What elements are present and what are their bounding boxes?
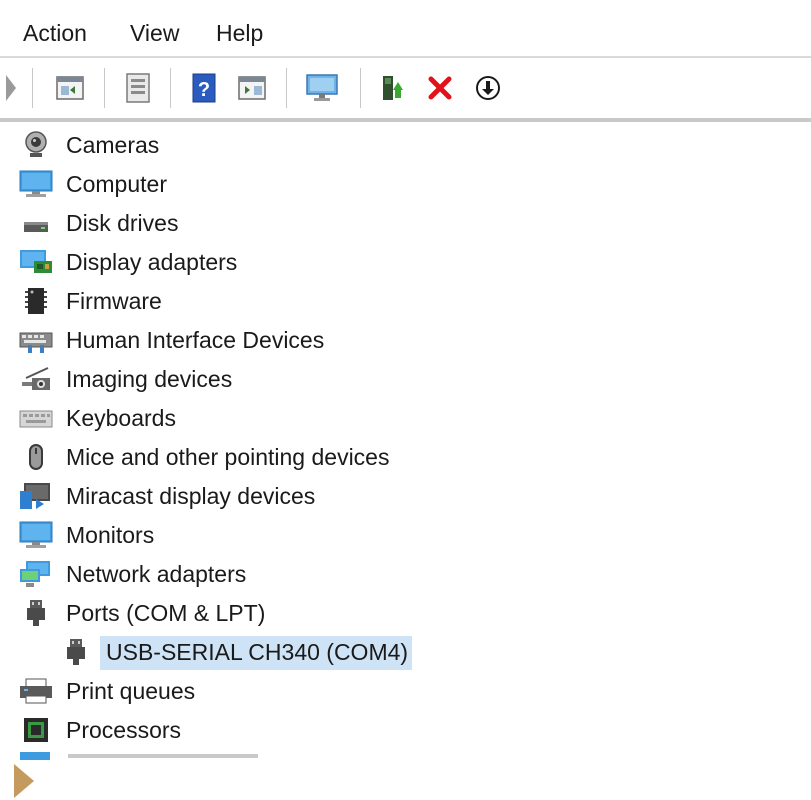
tree-item-disk-drives[interactable]: Disk drives: [0, 204, 811, 242]
tree-item-label: Miracast display devices: [66, 483, 316, 509]
tree-item-processors[interactable]: Processors: [0, 711, 811, 749]
toolbar-separator: [286, 68, 287, 108]
properties-button[interactable]: [118, 68, 158, 108]
tree-item-label: Mice and other pointing devices: [66, 444, 390, 470]
tree-item-print-queues[interactable]: Print queues: [0, 672, 811, 710]
toolbar-separator: [360, 68, 361, 108]
tree-item-label: Computer: [66, 171, 167, 197]
update-driver-button[interactable]: [372, 68, 412, 108]
tree-item-firmware[interactable]: Firmware: [0, 282, 811, 320]
menu-action[interactable]: Action: [23, 18, 87, 48]
tree-item-display-adapters[interactable]: Display adapters: [0, 243, 811, 281]
camera-icon: [18, 130, 54, 160]
tree-item-imaging-devices[interactable]: Imaging devices: [0, 360, 811, 398]
toolbar-bottom-border: [0, 118, 811, 122]
tree-item-label: Monitors: [66, 522, 155, 548]
action-pane-icon: [238, 76, 266, 100]
tree-item-label: Human Interface Devices: [66, 327, 325, 353]
expand-arrow-icon[interactable]: [12, 762, 36, 800]
toolbar: ?: [0, 58, 811, 118]
menu-bar: Action View Help: [0, 0, 811, 58]
tree-item-label: Imaging devices: [66, 366, 233, 392]
port-icon: [18, 598, 54, 628]
uninstall-device-button[interactable]: [420, 68, 460, 108]
firmware-icon: [18, 286, 54, 316]
tree-item-label: Processors: [66, 717, 182, 743]
tree-item-mice[interactable]: Mice and other pointing devices: [0, 438, 811, 476]
port-icon: [58, 637, 94, 667]
toolbar-separator: [170, 68, 171, 108]
tree-item-label: Ports (COM & LPT): [66, 600, 266, 626]
tree-item-ports[interactable]: Ports (COM & LPT): [0, 594, 811, 632]
menu-view[interactable]: View: [130, 18, 179, 48]
hid-icon: [18, 325, 54, 355]
tree-item-network-adapters[interactable]: Network adapters: [0, 555, 811, 593]
console-tree-icon: [56, 76, 84, 100]
tree-item-keyboards[interactable]: Keyboards: [0, 399, 811, 437]
tree-item-usb-serial-ch340[interactable]: USB-SERIAL CH340 (COM4): [0, 633, 811, 671]
display-adapter-icon: [18, 247, 54, 277]
menu-help[interactable]: Help: [216, 18, 263, 48]
tree-item-cameras[interactable]: Cameras: [0, 126, 811, 164]
scan-hardware-button[interactable]: [302, 68, 342, 108]
printer-icon: [18, 676, 54, 706]
tree-item-partial: [18, 752, 258, 760]
help-icon: ?: [192, 73, 216, 103]
keyboard-icon: [18, 403, 54, 433]
tree-item-label: Firmware: [66, 288, 162, 314]
imaging-icon: [18, 364, 54, 394]
properties-icon: [126, 73, 150, 103]
tree-item-label: Keyboards: [66, 405, 176, 431]
update-driver-icon: [383, 76, 403, 100]
enable-device-button[interactable]: [468, 68, 508, 108]
show-hide-console-tree-button[interactable]: [50, 68, 90, 108]
download-icon: [476, 76, 500, 100]
monitor-icon: [18, 520, 54, 550]
uninstall-icon: [428, 76, 452, 100]
tree-item-label: USB-SERIAL CH340 (COM4): [106, 639, 409, 665]
svg-text:?: ?: [198, 79, 210, 101]
monitor-scan-icon: [306, 74, 338, 101]
toolbar-separator: [104, 68, 105, 108]
toolbar-separator: [32, 68, 33, 108]
action-pane-button[interactable]: [232, 68, 272, 108]
tree-item-label: Cameras: [66, 132, 160, 158]
help-button[interactable]: ?: [184, 68, 224, 108]
tree-item-label: Display adapters: [66, 249, 238, 275]
tree-item-computer[interactable]: Computer: [0, 165, 811, 203]
tree-item-label: Print queues: [66, 678, 196, 704]
tree-item-human-interface-devices[interactable]: Human Interface Devices: [0, 321, 811, 359]
tree-item-monitors[interactable]: Monitors: [0, 516, 811, 554]
computer-icon: [18, 169, 54, 199]
device-tree: Cameras Computer Disk drives Display ada…: [0, 126, 811, 760]
forward-arrow-icon: [6, 75, 16, 101]
forward-button[interactable]: [0, 68, 22, 108]
network-icon: [18, 559, 54, 589]
mouse-icon: [18, 442, 54, 472]
miracast-icon: [18, 481, 54, 511]
disk-drive-icon: [18, 208, 54, 238]
processor-icon: [18, 715, 54, 745]
tree-item-label: Network adapters: [66, 561, 247, 587]
tree-item-miracast[interactable]: Miracast display devices: [0, 477, 811, 515]
tree-item-label: Disk drives: [66, 210, 179, 236]
